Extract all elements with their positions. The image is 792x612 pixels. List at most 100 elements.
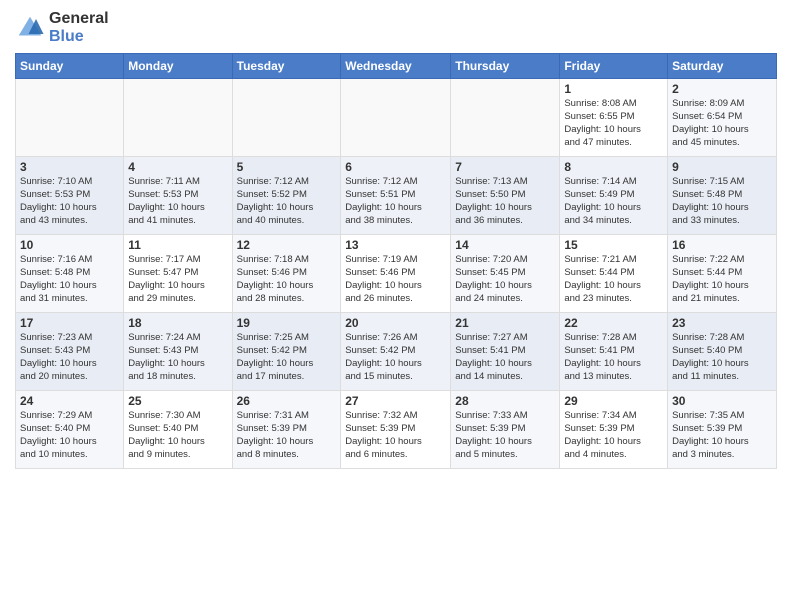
day-number: 19	[237, 316, 337, 330]
calendar-cell: 29 Sunrise: 7:34 AM Sunset: 5:39 PM Dayli…	[560, 391, 668, 469]
day-number: 12	[237, 238, 337, 252]
day-info: Sunrise: 7:18 AM Sunset: 5:46 PM Dayligh…	[237, 254, 337, 305]
calendar-cell: 1Sunrise: 8:08 AM Sunset: 6:55 PM Daylig…	[560, 79, 668, 157]
calendar-cell: 23 Sunrise: 7:28 AM Sunset: 5:40 PM Dayli…	[668, 313, 777, 391]
calendar-cell: 22 Sunrise: 7:28 AM Sunset: 5:41 PM Dayli…	[560, 313, 668, 391]
calendar-cell: 16 Sunrise: 7:22 AM Sunset: 5:44 PM Dayli…	[668, 235, 777, 313]
calendar-header-wednesday: Wednesday	[341, 54, 451, 79]
calendar-cell: 5Sunrise: 7:12 AM Sunset: 5:52 PM Daylig…	[232, 157, 341, 235]
logo: General Blue	[15, 10, 109, 45]
calendar-cell: 10Sunrise: 7:16 AM Sunset: 5:48 PM Dayli…	[16, 235, 124, 313]
logo-text: General Blue	[49, 10, 109, 45]
calendar-header-monday: Monday	[124, 54, 232, 79]
calendar-week-0: 1Sunrise: 8:08 AM Sunset: 6:55 PM Daylig…	[16, 79, 777, 157]
calendar-cell: 14 Sunrise: 7:20 AM Sunset: 5:45 PM Dayli…	[451, 235, 560, 313]
calendar-cell: 12 Sunrise: 7:18 AM Sunset: 5:46 PM Dayli…	[232, 235, 341, 313]
day-info: Sunrise: 7:34 AM Sunset: 5:39 PM Dayligh…	[564, 410, 663, 461]
day-info: Sunrise: 7:19 AM Sunset: 5:46 PM Dayligh…	[345, 254, 446, 305]
day-info: Sunrise: 7:15 AM Sunset: 5:48 PM Dayligh…	[672, 176, 772, 227]
day-info: Sunrise: 7:14 AM Sunset: 5:49 PM Dayligh…	[564, 176, 663, 227]
calendar-cell	[124, 79, 232, 157]
day-number: 23	[672, 316, 772, 330]
day-number: 16	[672, 238, 772, 252]
day-info: Sunrise: 7:25 AM Sunset: 5:42 PM Dayligh…	[237, 332, 337, 383]
calendar-cell: 15Sunrise: 7:21 AM Sunset: 5:44 PM Dayli…	[560, 235, 668, 313]
day-info: Sunrise: 7:31 AM Sunset: 5:39 PM Dayligh…	[237, 410, 337, 461]
calendar-cell: 28Sunrise: 7:33 AM Sunset: 5:39 PM Dayli…	[451, 391, 560, 469]
main-container: General Blue SundayMondayTuesdayWednesda…	[0, 0, 792, 474]
day-info: Sunrise: 7:28 AM Sunset: 5:40 PM Dayligh…	[672, 332, 772, 383]
calendar-cell	[232, 79, 341, 157]
day-info: Sunrise: 7:27 AM Sunset: 5:41 PM Dayligh…	[455, 332, 555, 383]
day-number: 25	[128, 394, 227, 408]
calendar-cell: 19 Sunrise: 7:25 AM Sunset: 5:42 PM Dayli…	[232, 313, 341, 391]
calendar-cell: 17Sunrise: 7:23 AM Sunset: 5:43 PM Dayli…	[16, 313, 124, 391]
day-number: 29	[564, 394, 663, 408]
day-number: 20	[345, 316, 446, 330]
day-number: 27	[345, 394, 446, 408]
header-area: General Blue	[15, 10, 777, 45]
day-number: 21	[455, 316, 555, 330]
day-info: Sunrise: 7:35 AM Sunset: 5:39 PM Dayligh…	[672, 410, 772, 461]
day-info: Sunrise: 7:29 AM Sunset: 5:40 PM Dayligh…	[20, 410, 119, 461]
calendar-header-friday: Friday	[560, 54, 668, 79]
day-info: Sunrise: 7:28 AM Sunset: 5:41 PM Dayligh…	[564, 332, 663, 383]
day-number: 22	[564, 316, 663, 330]
calendar-cell: 8 Sunrise: 7:14 AM Sunset: 5:49 PM Daylig…	[560, 157, 668, 235]
day-number: 17	[20, 316, 119, 330]
day-info: Sunrise: 7:11 AM Sunset: 5:53 PM Dayligh…	[128, 176, 227, 227]
calendar-cell: 27Sunrise: 7:32 AM Sunset: 5:39 PM Dayli…	[341, 391, 451, 469]
day-number: 28	[455, 394, 555, 408]
day-info: Sunrise: 7:17 AM Sunset: 5:47 PM Dayligh…	[128, 254, 227, 305]
day-number: 26	[237, 394, 337, 408]
calendar-cell: 21 Sunrise: 7:27 AM Sunset: 5:41 PM Dayli…	[451, 313, 560, 391]
calendar-week-2: 10Sunrise: 7:16 AM Sunset: 5:48 PM Dayli…	[16, 235, 777, 313]
day-number: 4	[128, 160, 227, 174]
day-number: 1	[564, 82, 663, 96]
calendar-cell: 2 Sunrise: 8:09 AM Sunset: 6:54 PM Daylig…	[668, 79, 777, 157]
calendar-table: SundayMondayTuesdayWednesdayThursdayFrid…	[15, 53, 777, 469]
day-info: Sunrise: 7:24 AM Sunset: 5:43 PM Dayligh…	[128, 332, 227, 383]
day-info: Sunrise: 7:20 AM Sunset: 5:45 PM Dayligh…	[455, 254, 555, 305]
calendar-cell: 25 Sunrise: 7:30 AM Sunset: 5:40 PM Dayli…	[124, 391, 232, 469]
calendar-header-tuesday: Tuesday	[232, 54, 341, 79]
calendar-cell	[341, 79, 451, 157]
day-number: 30	[672, 394, 772, 408]
calendar-week-3: 17Sunrise: 7:23 AM Sunset: 5:43 PM Dayli…	[16, 313, 777, 391]
calendar-cell: 24 Sunrise: 7:29 AM Sunset: 5:40 PM Dayli…	[16, 391, 124, 469]
calendar-header-saturday: Saturday	[668, 54, 777, 79]
calendar-header-sunday: Sunday	[16, 54, 124, 79]
calendar-week-4: 24 Sunrise: 7:29 AM Sunset: 5:40 PM Dayli…	[16, 391, 777, 469]
calendar-header-thursday: Thursday	[451, 54, 560, 79]
day-number: 10	[20, 238, 119, 252]
calendar-header-row: SundayMondayTuesdayWednesdayThursdayFrid…	[16, 54, 777, 79]
day-number: 11	[128, 238, 227, 252]
calendar-cell: 3 Sunrise: 7:10 AM Sunset: 5:53 PM Daylig…	[16, 157, 124, 235]
calendar-cell: 4 Sunrise: 7:11 AM Sunset: 5:53 PM Daylig…	[124, 157, 232, 235]
day-number: 7	[455, 160, 555, 174]
calendar-cell: 13 Sunrise: 7:19 AM Sunset: 5:46 PM Dayli…	[341, 235, 451, 313]
day-info: Sunrise: 7:30 AM Sunset: 5:40 PM Dayligh…	[128, 410, 227, 461]
calendar-cell: 18Sunrise: 7:24 AM Sunset: 5:43 PM Dayli…	[124, 313, 232, 391]
calendar-cell	[16, 79, 124, 157]
day-info: Sunrise: 7:21 AM Sunset: 5:44 PM Dayligh…	[564, 254, 663, 305]
day-info: Sunrise: 7:12 AM Sunset: 5:51 PM Dayligh…	[345, 176, 446, 227]
day-info: Sunrise: 7:22 AM Sunset: 5:44 PM Dayligh…	[672, 254, 772, 305]
day-info: Sunrise: 7:26 AM Sunset: 5:42 PM Dayligh…	[345, 332, 446, 383]
day-number: 13	[345, 238, 446, 252]
calendar-week-1: 3 Sunrise: 7:10 AM Sunset: 5:53 PM Daylig…	[16, 157, 777, 235]
day-number: 24	[20, 394, 119, 408]
calendar-cell	[451, 79, 560, 157]
calendar-cell: 30 Sunrise: 7:35 AM Sunset: 5:39 PM Dayli…	[668, 391, 777, 469]
day-info: Sunrise: 7:13 AM Sunset: 5:50 PM Dayligh…	[455, 176, 555, 227]
day-number: 3	[20, 160, 119, 174]
calendar-cell: 9Sunrise: 7:15 AM Sunset: 5:48 PM Daylig…	[668, 157, 777, 235]
calendar-cell: 11 Sunrise: 7:17 AM Sunset: 5:47 PM Dayli…	[124, 235, 232, 313]
day-info: Sunrise: 7:10 AM Sunset: 5:53 PM Dayligh…	[20, 176, 119, 227]
day-number: 14	[455, 238, 555, 252]
day-info: Sunrise: 8:09 AM Sunset: 6:54 PM Dayligh…	[672, 98, 772, 149]
calendar-cell: 6Sunrise: 7:12 AM Sunset: 5:51 PM Daylig…	[341, 157, 451, 235]
day-number: 2	[672, 82, 772, 96]
day-number: 8	[564, 160, 663, 174]
calendar-cell: 26 Sunrise: 7:31 AM Sunset: 5:39 PM Dayli…	[232, 391, 341, 469]
